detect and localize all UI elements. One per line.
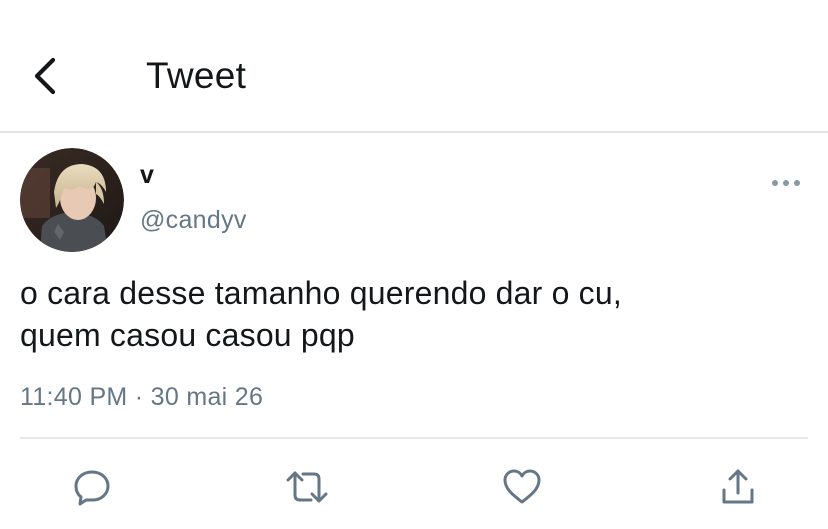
back-button[interactable] [22,52,66,100]
like-button[interactable] [497,462,547,512]
divider [20,437,808,439]
retweet-icon [286,471,328,503]
action-bar [0,462,828,512]
more-horizontal-icon [772,180,800,186]
tweet-text: o cara desse tamanho querendo dar o cu, … [20,275,622,353]
share-button[interactable] [713,462,763,512]
author-handle[interactable]: @candyv [140,205,247,235]
more-options-button[interactable] [766,168,806,198]
reply-button[interactable] [67,462,117,512]
avatar-image [20,148,124,252]
chevron-left-icon [34,57,56,95]
reply-icon [74,470,110,506]
header-bar: Tweet [0,0,828,133]
author-display-name[interactable]: v [140,160,154,190]
share-icon [722,469,754,504]
avatar[interactable] [20,148,124,252]
retweet-button[interactable] [282,462,332,512]
tweet-timestamp[interactable]: 11:40 PM · 30 mai 26 [20,380,263,414]
like-icon [503,469,541,504]
page-title: Tweet [146,55,247,96]
